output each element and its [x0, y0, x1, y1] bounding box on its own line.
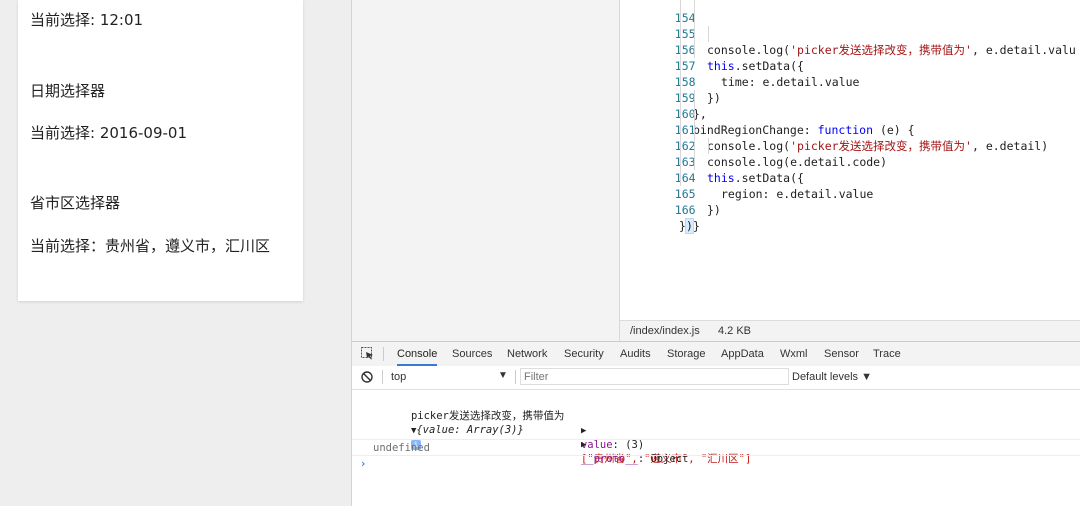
date-current-selection[interactable]: 当前选择: 2016-09-01	[30, 122, 187, 143]
console-filter-bar: top ▼ Default levels ▼	[352, 366, 1080, 390]
context-dropdown-icon[interactable]: ▼	[498, 370, 508, 381]
tab-trace[interactable]: Trace	[873, 342, 901, 366]
filter-divider	[515, 370, 516, 384]
tab-sensor[interactable]: Sensor	[824, 342, 859, 366]
tab-console[interactable]: Console	[397, 342, 438, 366]
log-message-row: picker发送选择改变，携带值为 ▼{value: Array(3)} i	[373, 395, 564, 450]
code-line: 164 })	[620, 154, 721, 217]
default-levels-dropdown[interactable]: Default levels ▼	[792, 371, 872, 383]
collapse-triangle-icon[interactable]: ▶	[581, 440, 586, 450]
tab-divider	[383, 347, 384, 361]
value-row[interactable]: ▶ value: (3) ["贵州省", "遵义市", "汇川区"]	[543, 409, 751, 465]
log-label: picker发送选择改变，携带值为	[410, 410, 565, 422]
file-tree-pane[interactable]	[352, 0, 620, 341]
console-output[interactable]: picker发送选择改变，携带值为 ▼{value: Array(3)} i ▶…	[352, 390, 1080, 506]
code-line: 161 console.log(e.detail.code)	[620, 106, 887, 169]
code-line: 162 this.setData({	[620, 122, 804, 185]
console-prompt[interactable]: ›	[360, 457, 366, 471]
code-editor[interactable]: 154 console.log('picker发送选择改变，携带值为', e.d…	[620, 0, 1080, 320]
filter-divider	[382, 370, 383, 384]
phone-screen: 当前选择: 12:01 日期选择器 当前选择: 2016-09-01 省市区选择…	[18, 0, 303, 301]
devtools-panel: 154 console.log('picker发送选择改变，携带值为', e.d…	[351, 0, 1080, 506]
proto-row[interactable]: ▶ __proto__: Object	[543, 423, 688, 465]
editor-status-bar: /index/index.js 4.2 KB	[620, 320, 1080, 342]
code-line: 163 region: e.detail.value	[620, 138, 873, 201]
code-line: 157 })	[620, 42, 721, 105]
tab-wxml[interactable]: Wxml	[780, 342, 808, 366]
simulator-panel: 当前选择: 12:01 日期选择器 当前选择: 2016-09-01 省市区选择…	[0, 0, 351, 506]
tab-storage[interactable]: Storage	[667, 342, 706, 366]
tab-appdata[interactable]: AppData	[721, 342, 764, 366]
code-line: 155 this.setData({	[620, 10, 804, 73]
tab-security[interactable]: Security	[564, 342, 604, 366]
region-picker-title: 省市区选择器	[30, 194, 121, 212]
time-current-selection[interactable]: 当前选择: 12:01	[30, 9, 143, 30]
tab-network[interactable]: Network	[507, 342, 547, 366]
devtools-tab-bar: Console Sources Network Security Audits …	[352, 341, 1080, 367]
date-picker-title: 日期选择器	[30, 82, 106, 100]
code-line: 154 console.log('picker发送选择改变，携带值为', e.d…	[620, 0, 1076, 57]
value-count: (3)	[625, 439, 645, 451]
file-size: 4.2 KB	[718, 325, 752, 337]
code-line: 156 time: e.detail.value	[620, 26, 859, 89]
code-line: 160 console.log('picker发送选择改变，携带值为', e.d…	[620, 90, 1048, 153]
inspect-element-icon[interactable]	[361, 347, 374, 360]
tab-sources[interactable]: Sources	[452, 342, 492, 366]
code-line: 165 }	[620, 170, 700, 233]
code-line: 159 bindRegionChange: function (e) {	[620, 74, 915, 137]
code-line: 166 })	[674, 203, 696, 234]
region-current-selection[interactable]: 当前选择：贵州省，遵义市，汇川区	[30, 235, 270, 256]
filter-input[interactable]	[520, 368, 789, 385]
row-separator	[352, 455, 1080, 456]
tab-audits[interactable]: Audits	[620, 342, 651, 366]
object-preview[interactable]: {value: Array(3)}	[416, 424, 523, 436]
code-line: 158 },	[620, 58, 707, 121]
file-path: /index/index.js	[630, 325, 700, 337]
clear-console-icon[interactable]	[361, 371, 373, 383]
row-separator	[352, 439, 1080, 440]
undefined-result: undefined	[373, 442, 430, 454]
context-selector[interactable]: top	[391, 371, 406, 383]
